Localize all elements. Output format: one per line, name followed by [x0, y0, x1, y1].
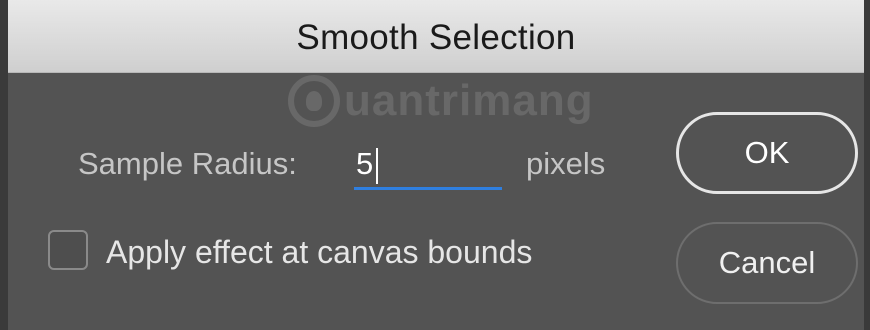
apply-effect-label[interactable]: Apply effect at canvas bounds — [106, 234, 532, 271]
watermark: uantrimang — [288, 66, 594, 136]
units-label: pixels — [526, 146, 606, 181]
sample-radius-label: Sample Radius: — [78, 146, 297, 181]
watermark-text: uantrimang — [344, 76, 594, 125]
cancel-button[interactable]: Cancel — [676, 222, 858, 304]
ok-button[interactable]: OK — [676, 112, 858, 194]
lightbulb-logo-icon — [288, 75, 340, 127]
sample-radius-value: 5 — [356, 146, 374, 181]
title-bar[interactable]: Smooth Selection — [8, 0, 864, 73]
dialog-title: Smooth Selection — [296, 18, 576, 57]
text-caret — [376, 148, 378, 184]
smooth-selection-dialog: Smooth Selection uantrimang Sample Radiu… — [0, 0, 870, 330]
apply-effect-checkbox[interactable] — [48, 230, 88, 270]
sample-radius-input[interactable]: 5 — [354, 140, 502, 190]
